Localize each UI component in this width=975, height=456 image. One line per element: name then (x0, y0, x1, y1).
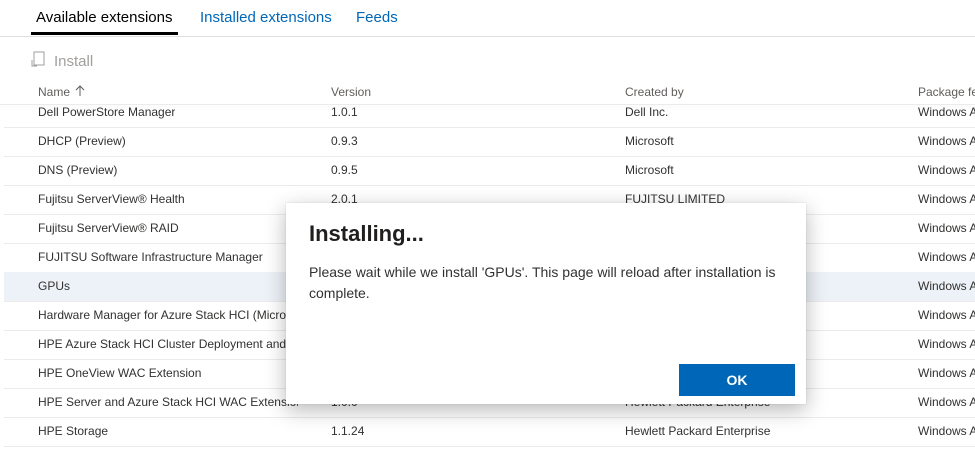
modal-overlay: Installing... Please wait while we insta… (0, 0, 975, 456)
installing-dialog: Installing... Please wait while we insta… (286, 203, 806, 404)
dialog-title: Installing... (309, 221, 424, 246)
dialog-message: Please wait while we install 'GPUs'. Thi… (309, 264, 776, 301)
ok-button[interactable]: OK (679, 364, 795, 396)
